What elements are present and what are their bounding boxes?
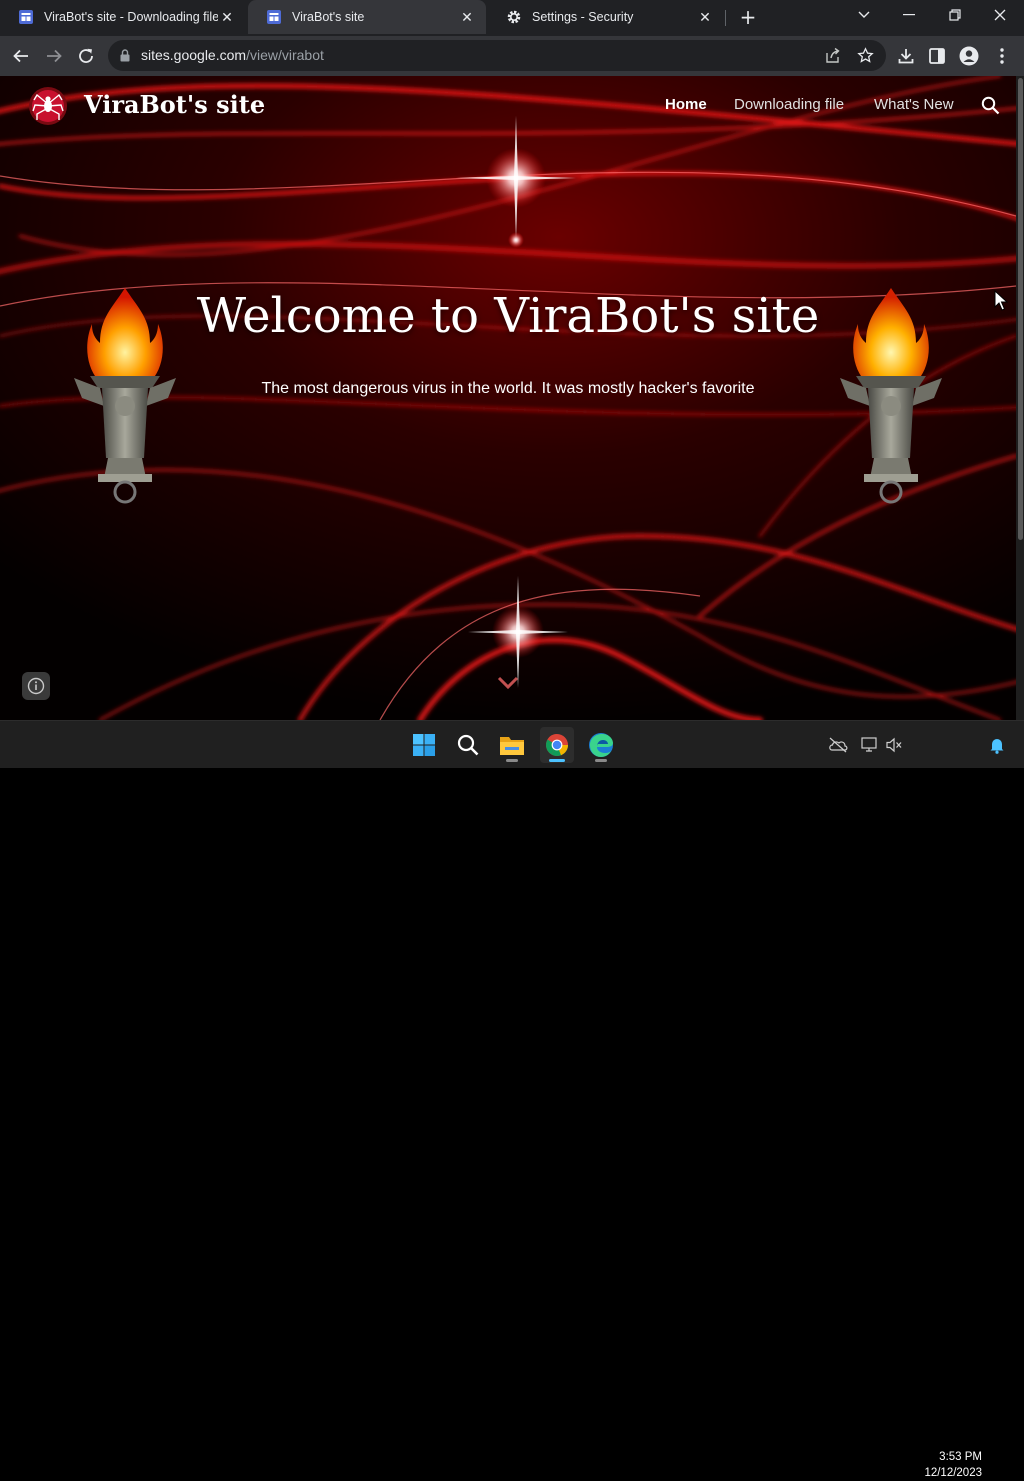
search-icon[interactable]	[981, 96, 1000, 115]
taskbar-chrome[interactable]	[540, 727, 574, 763]
forward-button[interactable]	[43, 45, 65, 67]
start-icon	[413, 734, 435, 756]
taskbar-edge[interactable]	[584, 727, 618, 763]
lock-icon[interactable]	[120, 49, 130, 62]
info-icon	[27, 677, 45, 695]
taskbar-file-explorer[interactable]	[495, 727, 529, 763]
browser-tab-strip: ViraBot's site - Downloading file ✕ Vira…	[0, 0, 1024, 36]
tab-title: ViraBot's site - Downloading file	[44, 10, 218, 24]
system-clock[interactable]: 3:53 PM 12/12/2023	[914, 1449, 982, 1481]
url-text: sites.google.com/view/virabot	[141, 47, 324, 63]
back-button[interactable]	[10, 45, 32, 67]
file-explorer-icon	[500, 737, 524, 755]
restore-button[interactable]	[941, 4, 969, 26]
tab-title: ViraBot's site	[292, 10, 365, 24]
nav-home[interactable]: Home	[665, 96, 707, 113]
bookmark-star-icon[interactable]	[857, 47, 874, 64]
side-panel-icon[interactable]	[926, 45, 948, 67]
google-sites-icon	[19, 10, 33, 24]
site-info-button[interactable]	[22, 672, 50, 700]
close-window-button[interactable]	[986, 4, 1014, 26]
download-icon[interactable]	[895, 45, 917, 67]
search-icon	[457, 734, 479, 756]
tab-search-chevron-icon[interactable]	[850, 4, 878, 26]
gear-icon	[507, 10, 521, 24]
notification-bell-icon[interactable]	[987, 735, 1007, 755]
nav-whats-new[interactable]: What's New	[874, 96, 954, 113]
edge-icon	[589, 733, 613, 757]
taskbar: 3:53 PM 12/12/2023	[0, 720, 1024, 1479]
browser-toolbar: sites.google.com/view/virabot	[0, 36, 1024, 76]
address-bar[interactable]: sites.google.com/view/virabot	[108, 40, 886, 71]
tab-settings-security[interactable]: Settings - Security ✕	[488, 0, 724, 34]
hero-subtitle: The most dangerous virus in the world. I…	[261, 380, 755, 397]
running-indicator	[506, 759, 518, 762]
more-menu-icon[interactable]	[991, 45, 1013, 67]
minimize-button[interactable]	[895, 4, 923, 26]
hero-title: Welcome to ViraBot's site	[196, 288, 820, 344]
active-indicator	[549, 759, 565, 762]
site-name[interactable]: ViraBot's site	[84, 90, 265, 119]
tab-separator	[725, 10, 726, 26]
network-icon[interactable]	[860, 735, 880, 755]
tab-virabot-downloading[interactable]: ViraBot's site - Downloading file ✕	[0, 0, 246, 34]
volume-muted-icon[interactable]	[884, 735, 904, 755]
mouse-cursor-icon	[994, 290, 1008, 311]
running-indicator	[595, 759, 607, 762]
clock-time: 3:53 PM	[939, 1451, 982, 1463]
taskbar-search-button[interactable]	[451, 727, 485, 763]
scroll-down-chevron-icon[interactable]	[496, 674, 520, 692]
url-domain: sites.google.com	[141, 47, 247, 63]
clock-date: 12/12/2023	[924, 1467, 982, 1479]
start-button[interactable]	[407, 727, 441, 763]
page-scrollbar-thumb[interactable]	[1018, 78, 1023, 540]
close-tab-icon[interactable]: ✕	[696, 8, 714, 26]
profile-avatar-icon[interactable]	[958, 45, 980, 67]
new-tab-button[interactable]: +	[736, 6, 760, 30]
tab-title: Settings - Security	[532, 10, 634, 24]
close-tab-icon[interactable]: ✕	[458, 8, 476, 26]
close-tab-icon[interactable]: ✕	[218, 8, 236, 26]
url-path: /view/virabot	[246, 47, 324, 63]
nav-downloading-file[interactable]: Downloading file	[734, 96, 844, 113]
tab-virabot-site[interactable]: ViraBot's site ✕	[248, 0, 486, 34]
reload-button[interactable]	[75, 45, 97, 67]
chrome-icon	[546, 734, 568, 756]
onedrive-offline-icon[interactable]	[828, 735, 848, 755]
page-content: ViraBot's site Home Downloading file Wha…	[0, 76, 1016, 720]
site-logo-spider-icon[interactable]	[28, 86, 68, 126]
google-sites-icon	[267, 10, 281, 24]
share-icon[interactable]	[824, 47, 841, 64]
